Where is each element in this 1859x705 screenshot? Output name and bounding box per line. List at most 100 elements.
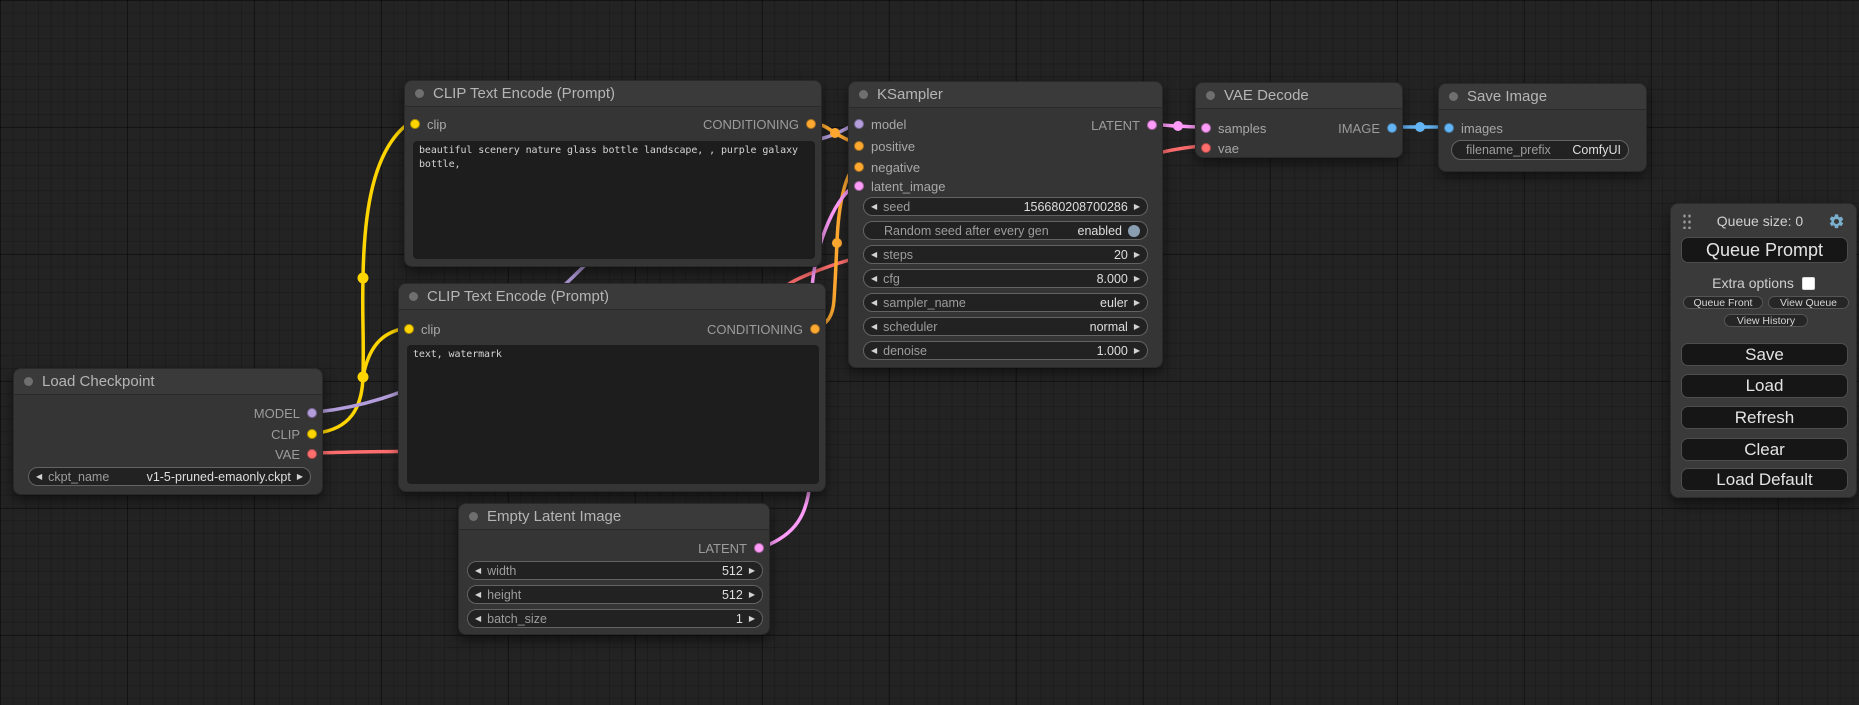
negative-input-port[interactable]	[854, 162, 864, 172]
reroute-dot-latent[interactable]	[1173, 121, 1183, 131]
images-input-port[interactable]	[1444, 123, 1454, 133]
latent-image-input-port[interactable]	[854, 181, 864, 191]
node-title-bar[interactable]: Save Image	[1439, 84, 1646, 110]
widget-value: 1	[736, 612, 743, 626]
node-clip-text-encode-positive[interactable]: CLIP Text Encode (Prompt) clip CONDITION…	[404, 80, 822, 267]
queue-menu-panel[interactable]: Queue size: 0 Queue Prompt Extra options…	[1670, 203, 1857, 498]
cfg-widget[interactable]: ◀ cfg 8.000 ▶	[863, 269, 1148, 288]
widget-label: scheduler	[883, 320, 937, 334]
input-slot-positive: positive	[854, 138, 915, 154]
stepper-left-arrow-icon[interactable]: ◀	[871, 299, 877, 307]
reroute-dot-conditioning-negative[interactable]	[832, 238, 842, 248]
batch-size-widget[interactable]: ◀ batch_size 1 ▶	[467, 609, 763, 628]
load-button[interactable]: Load	[1681, 374, 1848, 398]
stepper-left-arrow-icon[interactable]: ◀	[871, 347, 877, 355]
node-title-bar[interactable]: Empty Latent Image	[459, 504, 769, 530]
vae-output-port[interactable]	[307, 449, 317, 459]
ckpt-name-widget[interactable]: ◀ ckpt_name v1-5-pruned-emaonly.ckpt ▶	[28, 467, 311, 486]
clip-output-port[interactable]	[307, 429, 317, 439]
slot-label: samples	[1218, 121, 1266, 136]
positive-input-port[interactable]	[854, 141, 864, 151]
positive-prompt-textarea[interactable]: beautiful scenery nature glass bottle la…	[413, 141, 815, 259]
random-seed-toggle-widget[interactable]: Random seed after every gen enabled	[863, 221, 1148, 240]
stepper-right-arrow-icon[interactable]: ▶	[297, 473, 303, 481]
model-output-port[interactable]	[307, 408, 317, 418]
node-title-bar[interactable]: CLIP Text Encode (Prompt)	[399, 284, 825, 310]
samples-input-port[interactable]	[1201, 123, 1211, 133]
widget-label: width	[487, 564, 516, 578]
stepper-right-arrow-icon[interactable]: ▶	[749, 615, 755, 623]
node-title-bar[interactable]: CLIP Text Encode (Prompt)	[405, 81, 821, 107]
stepper-right-arrow-icon[interactable]: ▶	[1134, 323, 1140, 331]
latent-output-port[interactable]	[754, 543, 764, 553]
reroute-dot-image[interactable]	[1415, 122, 1425, 132]
sampler-name-widget[interactable]: ◀ sampler_name euler ▶	[863, 293, 1148, 312]
node-title-bar[interactable]: KSampler	[849, 82, 1162, 108]
node-load-checkpoint[interactable]: Load Checkpoint MODEL CLIP VAE ◀ ckpt_na…	[13, 368, 323, 495]
clip-input-port[interactable]	[410, 119, 420, 129]
stepper-right-arrow-icon[interactable]: ▶	[1134, 251, 1140, 259]
drag-handle-icon[interactable]	[1682, 213, 1692, 229]
slot-label: latent_image	[871, 179, 945, 194]
conditioning-output-port[interactable]	[810, 324, 820, 334]
stepper-right-arrow-icon[interactable]: ▶	[1134, 275, 1140, 283]
conditioning-output-port[interactable]	[806, 119, 816, 129]
node-title-bar[interactable]: VAE Decode	[1196, 83, 1402, 109]
stepper-right-arrow-icon[interactable]: ▶	[1134, 299, 1140, 307]
stepper-left-arrow-icon[interactable]: ◀	[871, 203, 877, 211]
queue-front-button[interactable]: Queue Front	[1683, 296, 1763, 309]
filename-prefix-widget[interactable]: filename_prefix ComfyUI	[1451, 140, 1629, 160]
collapse-dot-icon[interactable]	[409, 292, 418, 301]
stepper-right-arrow-icon[interactable]: ▶	[749, 591, 755, 599]
collapse-dot-icon[interactable]	[859, 90, 868, 99]
node-ksampler[interactable]: KSampler model positive negative latent_…	[848, 81, 1163, 368]
reroute-dot-clip-upper[interactable]	[358, 273, 369, 284]
refresh-button[interactable]: Refresh	[1681, 406, 1848, 429]
scheduler-widget[interactable]: ◀ scheduler normal ▶	[863, 317, 1148, 336]
stepper-left-arrow-icon[interactable]: ◀	[475, 615, 481, 623]
stepper-left-arrow-icon[interactable]: ◀	[475, 591, 481, 599]
clear-button[interactable]: Clear	[1681, 438, 1848, 461]
node-empty-latent-image[interactable]: Empty Latent Image LATENT ◀ width 512 ▶ …	[458, 503, 770, 635]
clip-input-port[interactable]	[404, 324, 414, 334]
height-widget[interactable]: ◀ height 512 ▶	[467, 585, 763, 604]
stepper-left-arrow-icon[interactable]: ◀	[36, 473, 42, 481]
queue-prompt-button[interactable]: Queue Prompt	[1681, 237, 1848, 263]
negative-prompt-textarea[interactable]: text, watermark	[407, 345, 819, 484]
collapse-dot-icon[interactable]	[415, 89, 424, 98]
stepper-left-arrow-icon[interactable]: ◀	[871, 251, 877, 259]
toggle-enabled-icon[interactable]	[1128, 225, 1140, 237]
collapse-dot-icon[interactable]	[24, 377, 33, 386]
denoise-widget[interactable]: ◀ denoise 1.000 ▶	[863, 341, 1148, 360]
reroute-dot-clip-lower[interactable]	[358, 372, 369, 383]
extra-options-checkbox[interactable]	[1802, 277, 1815, 290]
seed-widget[interactable]: ◀ seed 156680208700286 ▶	[863, 197, 1148, 216]
reroute-dot-conditioning-positive[interactable]	[830, 128, 840, 138]
stepper-right-arrow-icon[interactable]: ▶	[1134, 347, 1140, 355]
widget-label: batch_size	[487, 612, 547, 626]
stepper-right-arrow-icon[interactable]: ▶	[1134, 203, 1140, 211]
collapse-dot-icon[interactable]	[1449, 92, 1458, 101]
steps-widget[interactable]: ◀ steps 20 ▶	[863, 245, 1148, 264]
latent-output-port[interactable]	[1147, 120, 1157, 130]
settings-gear-icon[interactable]	[1828, 213, 1845, 230]
view-history-button[interactable]: View History	[1724, 314, 1808, 327]
node-save-image[interactable]: Save Image images filename_prefix ComfyU…	[1438, 83, 1647, 172]
node-clip-text-encode-negative[interactable]: CLIP Text Encode (Prompt) clip CONDITION…	[398, 283, 826, 492]
view-queue-button[interactable]: View Queue	[1768, 296, 1849, 309]
node-graph-canvas[interactable]: Load Checkpoint MODEL CLIP VAE ◀ ckpt_na…	[0, 0, 1859, 705]
load-default-button[interactable]: Load Default	[1681, 468, 1848, 491]
stepper-right-arrow-icon[interactable]: ▶	[749, 567, 755, 575]
model-input-port[interactable]	[854, 119, 864, 129]
width-widget[interactable]: ◀ width 512 ▶	[467, 561, 763, 580]
node-title-bar[interactable]: Load Checkpoint	[14, 369, 322, 395]
collapse-dot-icon[interactable]	[469, 512, 478, 521]
stepper-left-arrow-icon[interactable]: ◀	[475, 567, 481, 575]
stepper-left-arrow-icon[interactable]: ◀	[871, 323, 877, 331]
image-output-port[interactable]	[1387, 123, 1397, 133]
node-vae-decode[interactable]: VAE Decode samples vae IMAGE	[1195, 82, 1403, 158]
save-button[interactable]: Save	[1681, 343, 1848, 366]
stepper-left-arrow-icon[interactable]: ◀	[871, 275, 877, 283]
vae-input-port[interactable]	[1201, 143, 1211, 153]
collapse-dot-icon[interactable]	[1206, 91, 1215, 100]
